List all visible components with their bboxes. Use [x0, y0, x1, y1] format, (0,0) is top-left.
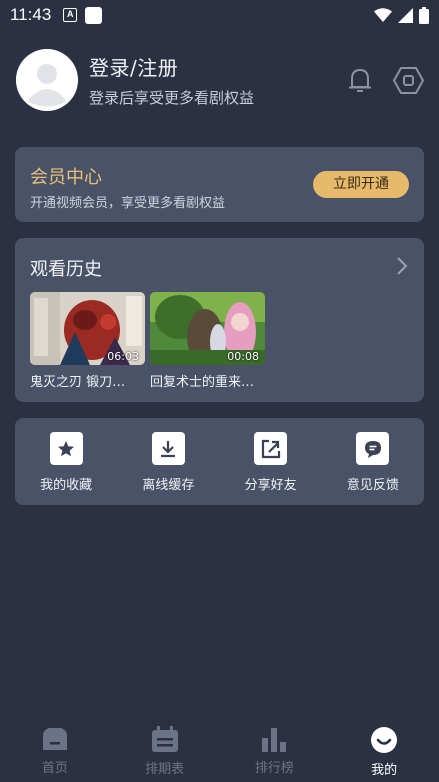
- feedback-button[interactable]: 意见反馈: [322, 418, 424, 505]
- feedback-label: 意见反馈: [346, 478, 399, 493]
- battery-icon: [419, 6, 429, 24]
- app-notification-icon: [85, 6, 103, 24]
- video-thumbnail[interactable]: 06:03: [30, 292, 145, 365]
- notification-bell-icon[interactable]: [345, 65, 375, 95]
- watch-history-title: 观看历史: [30, 259, 102, 280]
- settings-icon[interactable]: [393, 65, 424, 96]
- bottom-tab-bar: 首页 排期表 排行榜 我的: [0, 716, 439, 782]
- tab-profile-label: 我的: [371, 763, 398, 778]
- tab-home-label: 首页: [41, 761, 68, 776]
- ranking-icon: [262, 728, 287, 752]
- tab-schedule[interactable]: 排期表: [110, 716, 220, 782]
- calendar-icon: [151, 726, 178, 752]
- history-item[interactable]: 00:08 回复术士的重来…: [150, 292, 265, 390]
- tab-home[interactable]: 首页: [0, 716, 110, 782]
- video-thumbnail[interactable]: 00:08: [150, 292, 265, 365]
- tools-card: 我的收藏 离线缓存 分享好友 意见反馈: [15, 418, 424, 505]
- share-icon: [254, 432, 288, 465]
- vip-center-title: 会员中心: [30, 167, 102, 188]
- video-duration: 06:03: [107, 350, 139, 363]
- favorites-button[interactable]: 我的收藏: [15, 418, 117, 505]
- share-friends-label: 分享好友: [244, 478, 297, 493]
- share-friends-button[interactable]: 分享好友: [220, 418, 322, 505]
- login-register-link[interactable]: 登录/注册: [89, 52, 254, 81]
- profile-icon: [371, 727, 398, 753]
- download-icon: [151, 432, 185, 465]
- activate-vip-button[interactable]: 立即开通: [313, 171, 409, 198]
- tab-ranking[interactable]: 排行榜: [220, 716, 330, 782]
- wifi-icon: [374, 8, 392, 22]
- profile-header[interactable]: 登录/注册 登录后享受更多看剧权益: [16, 48, 424, 112]
- avatar[interactable]: [16, 49, 78, 111]
- offline-cache-label: 离线缓存: [142, 478, 195, 493]
- vip-center-card[interactable]: 会员中心 开通视频会员，享受更多看剧权益 立即开通: [15, 147, 424, 222]
- app-notification-icon: A: [63, 8, 78, 22]
- chevron-right-icon[interactable]: [396, 256, 408, 276]
- login-hint: 登录后享受更多看剧权益: [89, 89, 255, 107]
- video-title: 回复术士的重来…: [150, 375, 255, 390]
- status-time: 11:43: [10, 5, 52, 24]
- video-title: 鬼灭之刃 锻刀…: [30, 375, 126, 390]
- default-avatar-icon: [16, 49, 78, 111]
- watch-history-card: 观看历史 06:03 鬼灭之刃 锻刀… 00:08 回复术士的重来…: [15, 238, 424, 402]
- signal-icon: [398, 7, 413, 23]
- status-bar: 11:43 A: [0, 0, 439, 30]
- history-item[interactable]: 06:03 鬼灭之刃 锻刀…: [30, 292, 145, 390]
- star-icon: [49, 432, 83, 465]
- tab-schedule-label: 排期表: [145, 762, 185, 777]
- feedback-icon: [356, 432, 390, 465]
- favorites-label: 我的收藏: [40, 478, 93, 493]
- video-duration: 00:08: [227, 350, 259, 363]
- vip-center-subtitle: 开通视频会员，享受更多看剧权益: [30, 196, 226, 211]
- offline-cache-button[interactable]: 离线缓存: [117, 418, 219, 505]
- tab-ranking-label: 排行榜: [254, 761, 294, 776]
- home-icon: [42, 728, 67, 750]
- tab-profile[interactable]: 我的: [329, 716, 439, 782]
